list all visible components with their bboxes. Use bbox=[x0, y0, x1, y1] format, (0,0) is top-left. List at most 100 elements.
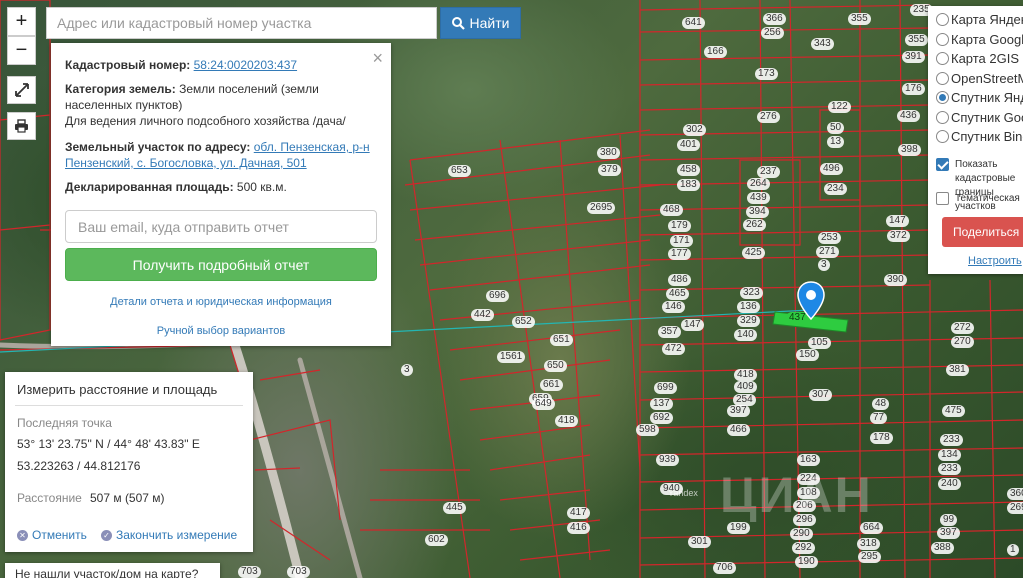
plot-number[interactable]: 466 bbox=[727, 424, 750, 436]
email-field[interactable] bbox=[65, 210, 377, 243]
plot-number[interactable]: 397 bbox=[727, 405, 750, 417]
plot-number[interactable]: 146 bbox=[662, 301, 685, 313]
plot-number[interactable]: 442 bbox=[471, 309, 494, 321]
plot-number[interactable]: 436 bbox=[897, 110, 920, 122]
plot-number[interactable]: 475 bbox=[942, 405, 965, 417]
plot-number[interactable]: 602 bbox=[425, 534, 448, 546]
layer-radio[interactable] bbox=[936, 110, 949, 124]
plot-number[interactable]: 661 bbox=[540, 379, 563, 391]
layer-option[interactable]: OpenStreetMap bbox=[936, 71, 1023, 86]
plot-number[interactable]: 425 bbox=[742, 247, 765, 259]
plot-number[interactable]: 276 bbox=[757, 111, 780, 123]
layer-radio[interactable] bbox=[936, 13, 949, 26]
plot-number[interactable]: 233 bbox=[940, 434, 963, 446]
plot-number[interactable]: 381 bbox=[946, 364, 969, 376]
share-button[interactable]: Поделиться bbox=[942, 217, 1023, 247]
get-report-button[interactable]: Получить подробный отчет bbox=[65, 248, 377, 281]
not-found-link[interactable]: Не нашли участок/дом на карте? bbox=[5, 563, 220, 578]
plot-number[interactable]: 173 bbox=[755, 68, 778, 80]
plot-number[interactable]: 1 bbox=[1007, 544, 1019, 556]
plot-number[interactable]: 651 bbox=[550, 334, 573, 346]
plot-number[interactable]: 496 bbox=[820, 163, 843, 175]
layer-option[interactable]: Карта Google bbox=[936, 32, 1023, 47]
plot-number[interactable]: 703 bbox=[287, 566, 310, 578]
plot-number[interactable]: 150 bbox=[796, 349, 819, 361]
plot-number[interactable]: 13 bbox=[827, 136, 845, 148]
layer-radio[interactable] bbox=[936, 52, 949, 65]
plot-number[interactable]: 3 bbox=[401, 364, 413, 376]
plot-number[interactable]: 140 bbox=[734, 329, 757, 341]
plot-number[interactable]: 177 bbox=[668, 248, 691, 260]
plot-number[interactable]: 329 bbox=[737, 315, 760, 327]
plot-number[interactable]: 649 bbox=[532, 398, 555, 410]
layer-radio[interactable] bbox=[936, 130, 949, 143]
plot-number[interactable]: 391 bbox=[902, 51, 925, 63]
plot-number[interactable]: 379 bbox=[598, 164, 621, 176]
layer-option[interactable]: Спутник Bing bbox=[936, 129, 1023, 144]
manual-selection-link[interactable]: Ручной выбор вариантов bbox=[51, 323, 391, 339]
plot-number[interactable]: 398 bbox=[898, 144, 921, 156]
plot-number[interactable]: 179 bbox=[668, 220, 691, 232]
plot-number[interactable]: 307 bbox=[809, 389, 832, 401]
show-cadastral-checkbox[interactable] bbox=[936, 158, 949, 171]
plot-number[interactable]: 416 bbox=[567, 522, 590, 534]
plot-number[interactable]: 458 bbox=[677, 164, 700, 176]
layer-radio[interactable] bbox=[936, 32, 949, 46]
plot-number[interactable]: 472 bbox=[662, 343, 685, 355]
plot-number[interactable]: 166 bbox=[704, 46, 727, 58]
plot-number[interactable]: 486 bbox=[668, 274, 691, 286]
plot-number[interactable]: 233 bbox=[938, 463, 961, 475]
plot-number[interactable]: 264 bbox=[747, 178, 770, 190]
plot-number[interactable]: 3 bbox=[818, 259, 830, 271]
plot-number[interactable]: 465 bbox=[666, 288, 689, 300]
search-input[interactable] bbox=[46, 7, 437, 39]
layer-option[interactable]: Спутник Google bbox=[936, 110, 1023, 125]
plot-number[interactable]: 360/1 bbox=[1007, 488, 1023, 500]
plot-number[interactable]: 397 bbox=[937, 527, 960, 539]
plot-number[interactable]: 272 bbox=[951, 322, 974, 334]
plot-number[interactable]: 388 bbox=[931, 542, 954, 554]
plot-number[interactable]: 652 bbox=[512, 316, 535, 328]
plot-number[interactable]: 2695 bbox=[587, 202, 616, 214]
plot-number[interactable]: 1561 bbox=[497, 351, 526, 363]
map-pin-icon[interactable] bbox=[797, 281, 825, 321]
plot-number[interactable]: 390 bbox=[884, 274, 907, 286]
plot-number[interactable]: 357 bbox=[658, 326, 681, 338]
layer-option[interactable]: Карта Яндекс bbox=[936, 12, 1023, 27]
plot-number[interactable]: 355 bbox=[848, 13, 871, 25]
plot-number[interactable]: 302 bbox=[683, 124, 706, 136]
zoom-out-button[interactable]: − bbox=[7, 36, 36, 65]
plot-number[interactable]: 394 bbox=[746, 206, 769, 218]
plot-number[interactable]: 939 bbox=[656, 454, 679, 466]
plot-number[interactable]: 650 bbox=[544, 360, 567, 372]
plot-number[interactable]: 372 bbox=[887, 230, 910, 242]
plot-number[interactable]: 183 bbox=[677, 179, 700, 191]
plot-number[interactable]: 122 bbox=[828, 101, 851, 113]
setup-link[interactable]: Настроить bbox=[968, 255, 1022, 267]
plot-number[interactable]: 295 bbox=[858, 551, 881, 563]
plot-number[interactable]: 271 bbox=[816, 246, 839, 258]
plot-number[interactable]: 176 bbox=[902, 83, 925, 95]
layer-radio[interactable] bbox=[936, 91, 949, 104]
plot-number[interactable]: 355 bbox=[905, 34, 928, 46]
plot-number[interactable]: 409 bbox=[734, 381, 757, 393]
plot-number[interactable]: 77 bbox=[870, 412, 888, 424]
plot-number[interactable]: 418 bbox=[555, 415, 578, 427]
plot-number[interactable]: 163 bbox=[797, 454, 820, 466]
plot-number[interactable]: 641 bbox=[682, 17, 705, 29]
plot-number[interactable]: 147 bbox=[886, 215, 909, 227]
plot-number[interactable]: 468 bbox=[660, 204, 683, 216]
zoom-in-button[interactable]: + bbox=[7, 7, 36, 36]
plot-number[interactable]: 105 bbox=[808, 337, 831, 349]
finish-measure-button[interactable]: ✓ Закончить измерение bbox=[101, 528, 237, 542]
plot-number[interactable]: 2695 bbox=[1007, 502, 1023, 514]
plot-number[interactable]: 445 bbox=[443, 502, 466, 514]
plot-number[interactable]: 134 bbox=[938, 449, 961, 461]
plot-number[interactable]: 147 bbox=[681, 319, 704, 331]
plot-number[interactable]: 323 bbox=[740, 287, 763, 299]
plot-number[interactable]: 237 bbox=[757, 166, 780, 178]
plot-number[interactable]: 270 bbox=[951, 336, 974, 348]
plot-number[interactable]: 343 bbox=[811, 38, 834, 50]
plot-number[interactable]: 401 bbox=[677, 139, 700, 151]
plot-number[interactable]: 301 bbox=[688, 536, 711, 548]
